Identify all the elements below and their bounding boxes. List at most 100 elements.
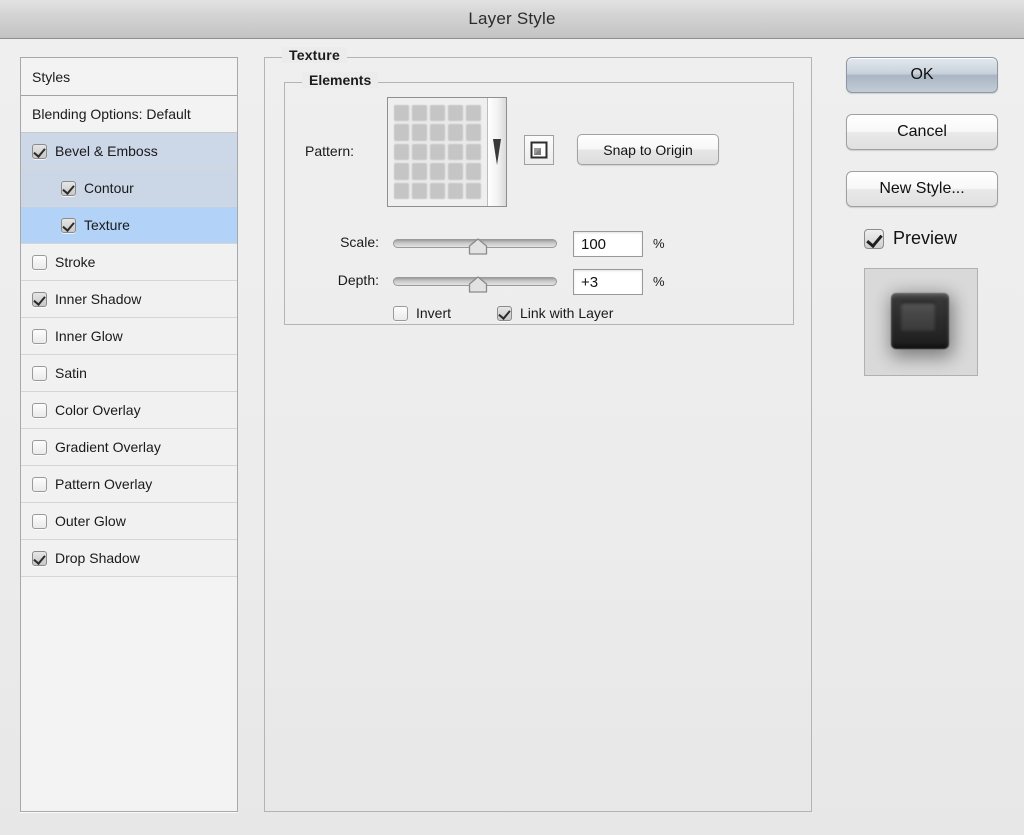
styles-header[interactable]: Styles — [21, 58, 237, 96]
effect-checkbox[interactable] — [61, 181, 76, 196]
effect-checkbox[interactable] — [32, 514, 47, 529]
effect-label: Bevel & Emboss — [55, 144, 158, 158]
effect-checkbox[interactable] — [32, 440, 47, 455]
effect-checkbox[interactable] — [32, 551, 47, 566]
new-style-button[interactable]: New Style... — [846, 171, 998, 207]
window-title: Layer Style — [468, 9, 555, 29]
sidebar-item-bevel-emboss[interactable]: Bevel & Emboss — [21, 133, 237, 170]
snap-to-origin-button[interactable]: Snap to Origin — [577, 134, 719, 165]
swatch-cell — [430, 124, 445, 140]
swatch-cell — [430, 183, 445, 199]
preview-label: Preview — [893, 228, 957, 249]
texture-panel: Texture Elements Pattern: — [264, 57, 812, 812]
effect-checkbox[interactable] — [32, 292, 47, 307]
effect-label: Stroke — [55, 255, 95, 269]
sidebar-item-blending-options[interactable]: Blending Options: Default — [21, 96, 237, 133]
scale-value: 100 — [581, 236, 606, 253]
swatch-cell — [412, 163, 427, 179]
sidebar-item-inner-shadow[interactable]: Inner Shadow — [21, 281, 237, 318]
invert-checkbox-box[interactable] — [393, 306, 408, 321]
preview-checkbox[interactable]: Preview — [864, 228, 1004, 249]
snap-to-origin-label: Snap to Origin — [603, 142, 693, 158]
scale-slider-thumb[interactable] — [469, 238, 488, 255]
link-with-layer-checkbox-box[interactable] — [497, 306, 512, 321]
link-with-layer-label: Link with Layer — [520, 305, 613, 321]
scale-input[interactable]: 100 — [573, 231, 643, 257]
swatch-cell — [448, 105, 463, 121]
swatch-cell — [466, 183, 481, 199]
effect-checkbox[interactable] — [32, 477, 47, 492]
depth-slider-thumb[interactable] — [469, 276, 488, 293]
sidebar-item-outer-glow[interactable]: Outer Glow — [21, 503, 237, 540]
sidebar-item-texture[interactable]: Texture — [21, 207, 237, 244]
styles-sidebar: Styles Blending Options: Default Bevel &… — [20, 57, 238, 812]
scale-label: Scale: — [305, 234, 379, 250]
depth-input[interactable]: +3 — [573, 269, 643, 295]
elements-group: Elements Pattern: — [284, 82, 794, 325]
sidebar-item-contour[interactable]: Contour — [21, 170, 237, 207]
blending-options-label: Blending Options: Default — [32, 106, 191, 122]
effect-label: Outer Glow — [55, 514, 126, 528]
scale-unit: % — [653, 236, 665, 251]
effect-checkbox[interactable] — [32, 403, 47, 418]
swatch-cell — [394, 124, 409, 140]
swatch-cell — [394, 163, 409, 179]
depth-value: +3 — [581, 274, 598, 291]
effects-list: Bevel & Emboss Contour Texture Stroke Inner … — [21, 133, 237, 577]
effect-label: Color Overlay — [55, 403, 141, 417]
depth-label: Depth: — [305, 272, 379, 288]
scale-row: Scale: 100 % — [285, 227, 795, 257]
effect-checkbox[interactable] — [32, 255, 47, 270]
swatch-cell — [430, 105, 445, 121]
effect-label: Inner Shadow — [55, 292, 141, 306]
effect-checkbox[interactable] — [32, 144, 47, 159]
pattern-picker[interactable] — [387, 97, 507, 207]
cancel-button[interactable]: Cancel — [846, 114, 998, 150]
styles-header-label: Styles — [32, 69, 70, 85]
new-preset-glyph — [530, 141, 548, 159]
texture-toggles-row: Invert Link with Layer — [285, 305, 795, 329]
swatch-cell — [466, 124, 481, 140]
chevron-down-icon[interactable] — [488, 98, 506, 206]
sidebar-item-color-overlay[interactable]: Color Overlay — [21, 392, 237, 429]
effect-checkbox[interactable] — [32, 366, 47, 381]
effect-checkbox[interactable] — [32, 329, 47, 344]
sidebar-item-inner-glow[interactable]: Inner Glow — [21, 318, 237, 355]
invert-checkbox[interactable]: Invert — [393, 305, 451, 321]
link-with-layer-checkbox[interactable]: Link with Layer — [497, 305, 613, 321]
swatch-cell — [394, 144, 409, 160]
effect-label: Drop Shadow — [55, 551, 140, 565]
effect-checkbox[interactable] — [61, 218, 76, 233]
pattern-grid-swatch[interactable] — [388, 98, 488, 206]
elements-group-title: Elements — [302, 72, 378, 88]
depth-unit: % — [653, 274, 665, 289]
effect-label: Inner Glow — [55, 329, 123, 343]
swatch-cell — [412, 124, 427, 140]
pattern-row: Pattern: — [285, 97, 795, 209]
ok-button-label: OK — [910, 66, 933, 84]
new-preset-icon[interactable] — [524, 135, 554, 165]
swatch-cell — [448, 163, 463, 179]
sidebar-item-pattern-overlay[interactable]: Pattern Overlay — [21, 466, 237, 503]
pattern-swatch-grid — [394, 105, 481, 199]
swatch-cell — [466, 105, 481, 121]
cancel-button-label: Cancel — [897, 123, 947, 141]
effect-label: Gradient Overlay — [55, 440, 161, 454]
swatch-cell — [448, 144, 463, 160]
thumbnail-shape — [891, 293, 949, 349]
ok-button[interactable]: OK — [846, 57, 998, 93]
layer-style-dialog: Layer Style Styles Blending Options: Def… — [0, 0, 1024, 835]
swatch-cell — [466, 144, 481, 160]
texture-group-title: Texture — [282, 47, 347, 63]
sidebar-item-gradient-overlay[interactable]: Gradient Overlay — [21, 429, 237, 466]
sidebar-item-drop-shadow[interactable]: Drop Shadow — [21, 540, 237, 577]
sidebar-item-stroke[interactable]: Stroke — [21, 244, 237, 281]
effect-label: Pattern Overlay — [55, 477, 152, 491]
depth-row: Depth: +3 % — [285, 265, 795, 295]
dialog-content: Styles Blending Options: Default Bevel &… — [0, 39, 1024, 835]
swatch-cell — [430, 163, 445, 179]
effect-label: Texture — [84, 218, 130, 232]
preview-checkbox-box[interactable] — [864, 229, 884, 249]
swatch-cell — [394, 105, 409, 121]
sidebar-item-satin[interactable]: Satin — [21, 355, 237, 392]
